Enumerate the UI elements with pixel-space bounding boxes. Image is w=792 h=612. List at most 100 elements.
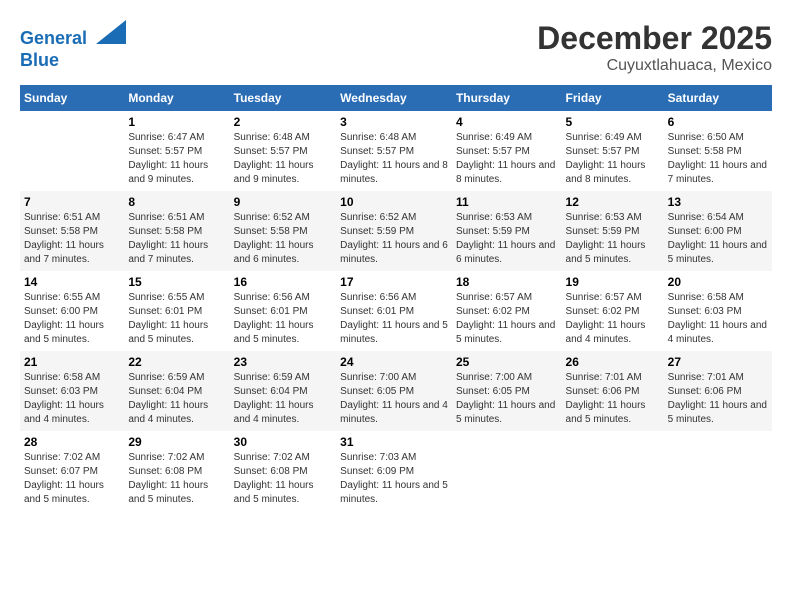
day-info: Sunrise: 7:00 AMSunset: 6:05 PMDaylight:… <box>340 371 448 427</box>
day-info: Sunrise: 6:48 AMSunset: 5:57 PMDaylight:… <box>340 131 448 187</box>
day-number: 11 <box>456 195 558 209</box>
day-info: Sunrise: 6:59 AMSunset: 6:04 PMDaylight:… <box>234 371 333 427</box>
day-number: 3 <box>340 115 448 129</box>
calendar-cell: 10 Sunrise: 6:52 AMSunset: 5:59 PMDayligh… <box>336 191 452 271</box>
calendar-cell: 3 Sunrise: 6:48 AMSunset: 5:57 PMDaylight… <box>336 111 452 191</box>
day-info: Sunrise: 6:47 AMSunset: 5:57 PMDaylight:… <box>128 131 225 187</box>
day-number: 10 <box>340 195 448 209</box>
day-info: Sunrise: 6:51 AMSunset: 5:58 PMDaylight:… <box>128 211 225 267</box>
day-number: 8 <box>128 195 225 209</box>
day-number: 16 <box>234 275 333 289</box>
day-number: 27 <box>668 355 768 369</box>
day-info: Sunrise: 6:52 AMSunset: 5:58 PMDaylight:… <box>234 211 333 267</box>
logo-blue: Blue <box>20 50 126 72</box>
day-info: Sunrise: 7:00 AMSunset: 6:05 PMDaylight:… <box>456 371 558 427</box>
day-info: Sunrise: 7:02 AMSunset: 6:08 PMDaylight:… <box>234 451 333 507</box>
week-row-3: 14Sunrise: 6:55 AMSunset: 6:00 PMDayligh… <box>20 271 772 351</box>
day-number: 24 <box>340 355 448 369</box>
calendar-cell: 8 Sunrise: 6:51 AMSunset: 5:58 PMDaylight… <box>124 191 229 271</box>
day-number: 4 <box>456 115 558 129</box>
day-info: Sunrise: 6:49 AMSunset: 5:57 PMDaylight:… <box>566 131 660 187</box>
day-number: 15 <box>128 275 225 289</box>
calendar-cell <box>452 431 562 511</box>
day-number: 28 <box>24 435 120 449</box>
calendar-cell: 7Sunrise: 6:51 AMSunset: 5:58 PMDaylight… <box>20 191 124 271</box>
header-tuesday: Tuesday <box>230 85 337 111</box>
day-info: Sunrise: 6:57 AMSunset: 6:02 PMDaylight:… <box>566 291 660 347</box>
page-header: General Blue December 2025 Cuyuxtlahuaca… <box>20 20 772 75</box>
calendar-cell: 29 Sunrise: 7:02 AMSunset: 6:08 PMDayligh… <box>124 431 229 511</box>
day-number: 22 <box>128 355 225 369</box>
day-info: Sunrise: 6:52 AMSunset: 5:59 PMDaylight:… <box>340 211 448 267</box>
calendar-cell <box>664 431 772 511</box>
day-info: Sunrise: 6:48 AMSunset: 5:57 PMDaylight:… <box>234 131 333 187</box>
calendar-cell: 14Sunrise: 6:55 AMSunset: 6:00 PMDayligh… <box>20 271 124 351</box>
day-info: Sunrise: 6:53 AMSunset: 5:59 PMDaylight:… <box>456 211 558 267</box>
day-number: 29 <box>128 435 225 449</box>
calendar-cell: 24 Sunrise: 7:00 AMSunset: 6:05 PMDayligh… <box>336 351 452 431</box>
calendar-header: Sunday Monday Tuesday Wednesday Thursday… <box>20 85 772 111</box>
calendar-cell <box>562 431 664 511</box>
calendar-cell: 1 Sunrise: 6:47 AMSunset: 5:57 PMDaylight… <box>124 111 229 191</box>
logo-text: General <box>20 20 126 50</box>
week-row-1: 1 Sunrise: 6:47 AMSunset: 5:57 PMDaylight… <box>20 111 772 191</box>
day-number: 1 <box>128 115 225 129</box>
day-number: 12 <box>566 195 660 209</box>
day-info: Sunrise: 6:58 AMSunset: 6:03 PMDaylight:… <box>668 291 768 347</box>
logo-general: General <box>20 28 87 48</box>
day-info: Sunrise: 6:55 AMSunset: 6:00 PMDaylight:… <box>24 291 120 347</box>
day-number: 13 <box>668 195 768 209</box>
calendar-cell: 5 Sunrise: 6:49 AMSunset: 5:57 PMDaylight… <box>562 111 664 191</box>
day-info: Sunrise: 7:03 AMSunset: 6:09 PMDaylight:… <box>340 451 448 507</box>
day-number: 18 <box>456 275 558 289</box>
day-info: Sunrise: 6:58 AMSunset: 6:03 PMDaylight:… <box>24 371 120 427</box>
calendar-body: 1 Sunrise: 6:47 AMSunset: 5:57 PMDaylight… <box>20 111 772 511</box>
week-row-4: 21Sunrise: 6:58 AMSunset: 6:03 PMDayligh… <box>20 351 772 431</box>
week-row-5: 28 Sunrise: 7:02 AMSunset: 6:07 PMDayligh… <box>20 431 772 511</box>
day-number: 30 <box>234 435 333 449</box>
calendar-cell: 22 Sunrise: 6:59 AMSunset: 6:04 PMDayligh… <box>124 351 229 431</box>
day-number: 2 <box>234 115 333 129</box>
calendar-cell: 15 Sunrise: 6:55 AMSunset: 6:01 PMDayligh… <box>124 271 229 351</box>
calendar-cell: 21Sunrise: 6:58 AMSunset: 6:03 PMDayligh… <box>20 351 124 431</box>
day-info: Sunrise: 6:49 AMSunset: 5:57 PMDaylight:… <box>456 131 558 187</box>
calendar-cell: 25 Sunrise: 7:00 AMSunset: 6:05 PMDayligh… <box>452 351 562 431</box>
calendar-cell: 11 Sunrise: 6:53 AMSunset: 5:59 PMDayligh… <box>452 191 562 271</box>
calendar-cell: 30 Sunrise: 7:02 AMSunset: 6:08 PMDayligh… <box>230 431 337 511</box>
calendar-cell: 13Sunrise: 6:54 AMSunset: 6:00 PMDayligh… <box>664 191 772 271</box>
day-number: 31 <box>340 435 448 449</box>
day-info: Sunrise: 6:55 AMSunset: 6:01 PMDaylight:… <box>128 291 225 347</box>
day-info: Sunrise: 6:56 AMSunset: 6:01 PMDaylight:… <box>340 291 448 347</box>
day-info: Sunrise: 6:51 AMSunset: 5:58 PMDaylight:… <box>24 211 120 267</box>
calendar-cell: 9 Sunrise: 6:52 AMSunset: 5:58 PMDaylight… <box>230 191 337 271</box>
day-number: 5 <box>566 115 660 129</box>
day-info: Sunrise: 6:56 AMSunset: 6:01 PMDaylight:… <box>234 291 333 347</box>
calendar-cell: 16 Sunrise: 6:56 AMSunset: 6:01 PMDayligh… <box>230 271 337 351</box>
calendar-cell: 26Sunrise: 7:01 AMSunset: 6:06 PMDayligh… <box>562 351 664 431</box>
calendar-cell: 6Sunrise: 6:50 AMSunset: 5:58 PMDaylight… <box>664 111 772 191</box>
calendar-cell: 17 Sunrise: 6:56 AMSunset: 6:01 PMDayligh… <box>336 271 452 351</box>
day-number: 25 <box>456 355 558 369</box>
day-info: Sunrise: 7:02 AMSunset: 6:07 PMDaylight:… <box>24 451 120 507</box>
week-row-2: 7Sunrise: 6:51 AMSunset: 5:58 PMDaylight… <box>20 191 772 271</box>
calendar-table: Sunday Monday Tuesday Wednesday Thursday… <box>20 85 772 511</box>
day-info: Sunrise: 7:01 AMSunset: 6:06 PMDaylight:… <box>668 371 768 427</box>
header-row: Sunday Monday Tuesday Wednesday Thursday… <box>20 85 772 111</box>
day-number: 9 <box>234 195 333 209</box>
calendar-cell: 12 Sunrise: 6:53 AMSunset: 5:59 PMDayligh… <box>562 191 664 271</box>
header-thursday: Thursday <box>452 85 562 111</box>
day-info: Sunrise: 7:02 AMSunset: 6:08 PMDaylight:… <box>128 451 225 507</box>
day-number: 17 <box>340 275 448 289</box>
header-wednesday: Wednesday <box>336 85 452 111</box>
day-info: Sunrise: 6:57 AMSunset: 6:02 PMDaylight:… <box>456 291 558 347</box>
calendar-cell <box>20 111 124 191</box>
calendar-cell: 20Sunrise: 6:58 AMSunset: 6:03 PMDayligh… <box>664 271 772 351</box>
day-info: Sunrise: 6:53 AMSunset: 5:59 PMDaylight:… <box>566 211 660 267</box>
calendar-cell: 27 Sunrise: 7:01 AMSunset: 6:06 PMDayligh… <box>664 351 772 431</box>
day-number: 23 <box>234 355 333 369</box>
calendar-cell: 2 Sunrise: 6:48 AMSunset: 5:57 PMDaylight… <box>230 111 337 191</box>
calendar-cell: 18 Sunrise: 6:57 AMSunset: 6:02 PMDayligh… <box>452 271 562 351</box>
calendar-cell: 31 Sunrise: 7:03 AMSunset: 6:09 PMDayligh… <box>336 431 452 511</box>
day-info: Sunrise: 7:01 AMSunset: 6:06 PMDaylight:… <box>566 371 660 427</box>
day-info: Sunrise: 6:59 AMSunset: 6:04 PMDaylight:… <box>128 371 225 427</box>
